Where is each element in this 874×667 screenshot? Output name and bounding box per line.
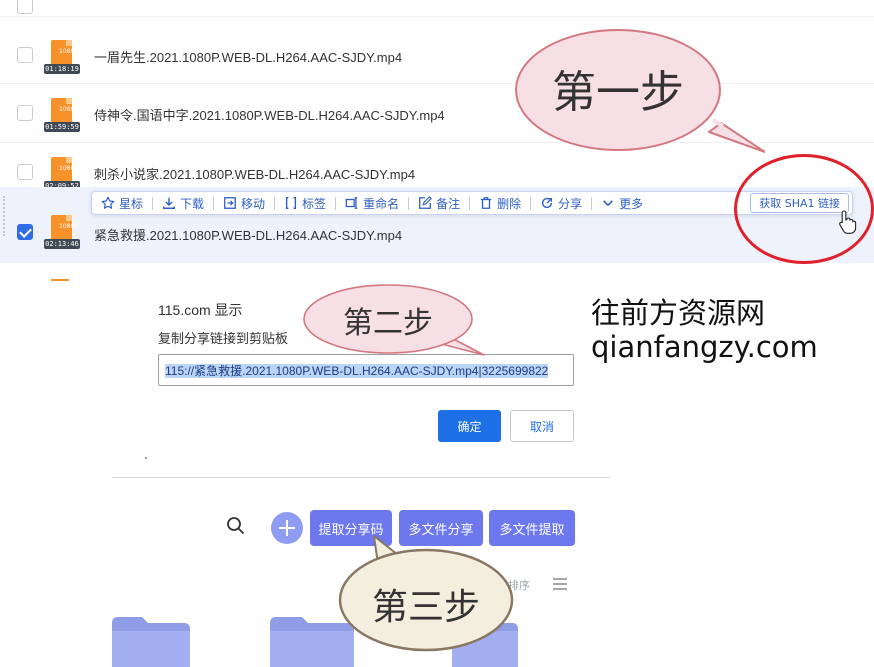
video-file-icon: 1080P 02:09:52	[44, 157, 80, 191]
dialog-message: 复制分享链接到剪贴板	[158, 331, 289, 346]
video-file-icon: 1080P 02:13:46	[44, 215, 80, 249]
add-button[interactable]	[271, 512, 303, 544]
delete-button[interactable]: 删除	[470, 192, 530, 214]
more-button[interactable]: 更多	[592, 192, 652, 214]
share-label: 分享	[558, 196, 583, 211]
chevron-down-icon	[603, 200, 614, 207]
more-label: 更多	[619, 196, 644, 211]
download-icon	[163, 197, 175, 209]
file-name[interactable]: 刺杀小说家.2021.1080P.WEB-DL.H264.AAC-SJDY.mp…	[94, 164, 415, 183]
row-checkbox[interactable]	[17, 105, 33, 121]
tag-button[interactable]: 标签	[275, 192, 335, 214]
row-checkbox[interactable]	[17, 47, 33, 63]
share-link-field[interactable]: 115://紧急救援.2021.1080P.WEB-DL.H264.AAC-SJ…	[158, 354, 574, 386]
watermark-url: qianfangzy.com	[591, 330, 818, 364]
edit-icon	[419, 196, 433, 209]
row-checkbox[interactable]	[17, 0, 33, 14]
highlight-ellipse	[734, 154, 874, 264]
resolution-label: 1080P	[59, 48, 78, 55]
step1-label: 第一步	[552, 67, 684, 118]
drag-handle[interactable]	[3, 196, 5, 236]
share-icon	[542, 197, 553, 209]
menu-icon[interactable]	[553, 578, 567, 590]
duration-badge: 02:13:46	[44, 239, 80, 249]
search-icon[interactable]	[225, 515, 247, 537]
rename-button[interactable]: 重命名	[336, 192, 408, 214]
share-button[interactable]: 分享	[531, 192, 591, 214]
video-file-icon: 1080P 01:59:59	[44, 98, 80, 132]
star-button[interactable]: 星标	[92, 192, 152, 214]
ok-button[interactable]: 确定	[438, 410, 501, 442]
cancel-button[interactable]: 取消	[510, 410, 574, 442]
rename-label: 重命名	[363, 196, 400, 211]
tag-icon	[285, 197, 297, 209]
row-checkbox-checked[interactable]	[17, 224, 33, 240]
resolution-label: 1080P	[59, 106, 78, 113]
row-checkbox[interactable]	[17, 164, 33, 180]
star-icon	[101, 196, 115, 209]
trash-icon	[480, 197, 492, 209]
delete-label: 删除	[497, 196, 522, 211]
move-button[interactable]: 移动	[214, 192, 274, 214]
dialog-divider	[112, 477, 610, 478]
download-label: 下载	[180, 196, 205, 211]
rename-icon	[345, 197, 358, 209]
note-button[interactable]: 备注	[409, 192, 469, 214]
dialog-title: 115.com 显示	[158, 302, 243, 318]
tag-label: 标签	[302, 196, 327, 211]
video-file-icon: 1080P 01:18:19	[44, 40, 80, 74]
move-label: 移动	[241, 196, 266, 211]
watermark-title: 往前方资源网	[591, 296, 766, 330]
file-name[interactable]: 一眉先生.2021.1080P.WEB-DL.H264.AAC-SJDY.mp4	[94, 47, 402, 66]
file-name[interactable]: 紧急救援.2021.1080P.WEB-DL.H264.AAC-SJDY.mp4	[94, 225, 402, 244]
file-name[interactable]: 侍神令.国语中字.2021.1080P.WEB-DL.H264.AAC-SJDY…	[94, 105, 445, 124]
duration-badge: 01:59:59	[44, 122, 80, 132]
duration-badge: 01:18:19	[44, 64, 80, 74]
step3-label: 第三步	[371, 587, 480, 628]
resolution-label: 1080P	[59, 165, 78, 172]
download-button[interactable]: 下载	[153, 192, 213, 214]
folder-icon[interactable]	[112, 617, 190, 667]
file-row-partial[interactable]	[0, 0, 874, 17]
move-icon	[224, 197, 236, 209]
resolution-label: 1080P	[59, 223, 78, 230]
note-label: 备注	[436, 196, 461, 211]
step2-label: 第二步	[343, 306, 433, 341]
row-partial-icon	[51, 279, 69, 281]
star-label: 星标	[119, 196, 144, 211]
share-link-value: 115://紧急救援.2021.1080P.WEB-DL.H264.AAC-SJ…	[165, 364, 549, 378]
dialog-marker	[145, 457, 147, 459]
